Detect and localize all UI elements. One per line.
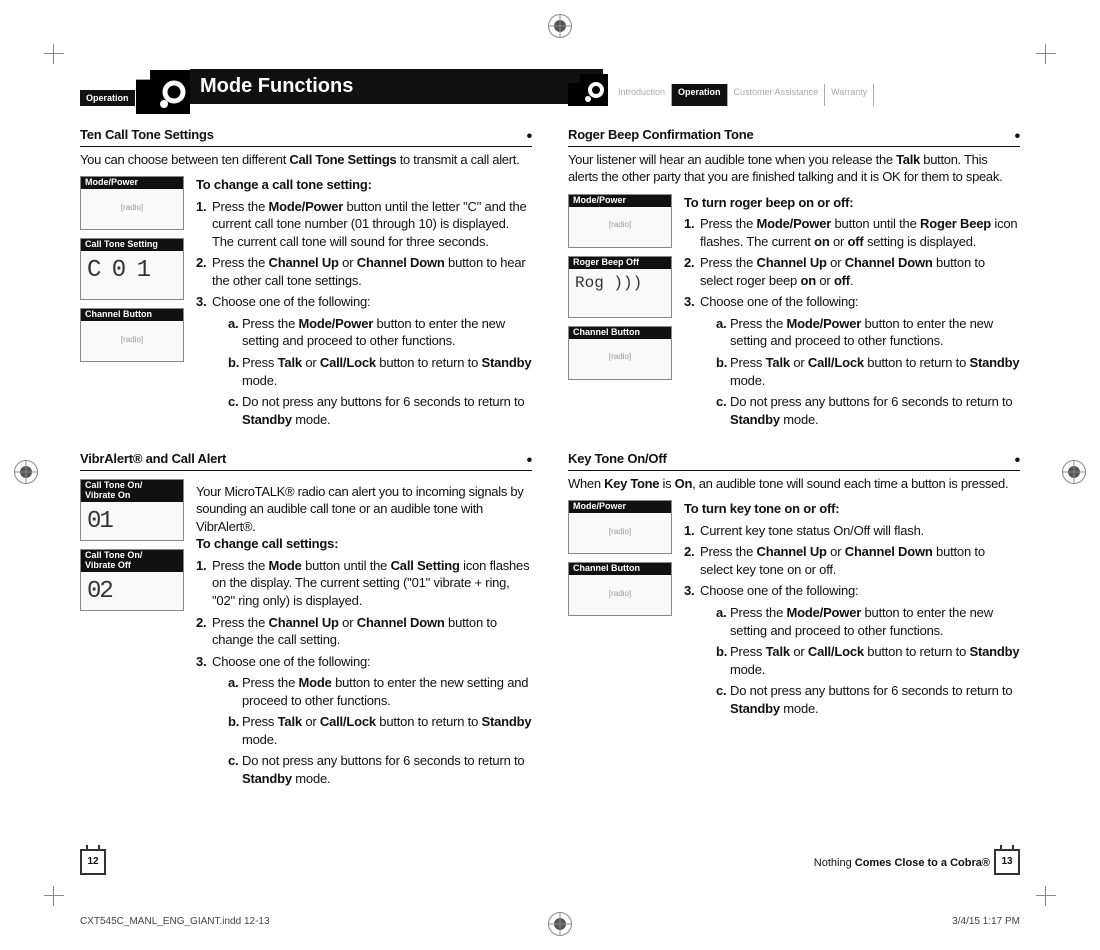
illustration: Roger Beep OffRog ))) [568, 256, 672, 318]
substep: Press Talk or Call/Lock button to return… [730, 355, 1019, 388]
page-title: Mode Functions [190, 69, 603, 104]
lead: To change a call tone setting: [196, 176, 532, 194]
substep: Press the Mode button to enter the new s… [242, 675, 528, 708]
section-intro: Your listener will hear an audible tone … [568, 151, 1020, 186]
brand-logo-icon [568, 74, 608, 106]
tab-intro: Introduction [612, 84, 672, 106]
illustration: Call Tone On/ Vibrate Off02 [80, 549, 184, 611]
section-intro: When Key Tone is On, an audible tone wil… [568, 475, 1020, 493]
step: Choose one of the following: [700, 583, 858, 598]
print-spread: Operation Mode Functions Ten Call Tone S… [0, 0, 1100, 950]
tab-warranty: Warranty [825, 84, 874, 106]
step: Press the Mode button until the Call Set… [212, 558, 529, 608]
page-left: Operation Mode Functions Ten Call Tone S… [80, 64, 532, 875]
brand-logo-icon [136, 70, 190, 114]
lead: To turn key tone on or off: [684, 500, 1020, 518]
section-heading: VibrAlert® and Call Alert [80, 450, 532, 471]
substep: Do not press any buttons for 6 seconds t… [242, 394, 524, 427]
illustration: Mode/Power[radio] [80, 176, 184, 230]
illustration: Channel Button[radio] [568, 326, 672, 380]
step: Press the Channel Up or Channel Down but… [212, 255, 525, 288]
illustration: Channel Button[radio] [568, 562, 672, 616]
illustration: Call Tone On/ Vibrate On01 [80, 479, 184, 541]
section-intro: Your MicroTALK® radio can alert you to i… [196, 483, 532, 536]
step: Press the Channel Up or Channel Down but… [700, 544, 985, 577]
lead: To change call settings: [196, 535, 532, 553]
section-heading: Roger Beep Confirmation Tone [568, 126, 1020, 147]
step: Choose one of the following: [700, 294, 858, 309]
timestamp-slug: 3/4/15 1:17 PM [952, 915, 1020, 929]
crop-mark-icon [46, 888, 62, 904]
page-number: 12 [80, 849, 106, 875]
substep: Press Talk or Call/Lock button to return… [242, 714, 531, 747]
crop-mark-icon [1038, 46, 1054, 62]
registration-mark-icon [548, 912, 572, 936]
lead: To turn roger beep on or off: [684, 194, 1020, 212]
illustration: Mode/Power[radio] [568, 500, 672, 554]
tab-customer-assistance: Customer Assistance [728, 84, 826, 106]
step: Press the Mode/Power button until the le… [212, 199, 527, 249]
step: Choose one of the following: [212, 654, 370, 669]
section-heading: Ten Call Tone Settings [80, 126, 532, 147]
crop-mark-icon [1038, 888, 1054, 904]
substep: Press the Mode/Power button to enter the… [730, 605, 993, 638]
substep: Press the Mode/Power button to enter the… [730, 316, 993, 349]
page-right: Introduction Operation Customer Assistan… [568, 64, 1020, 875]
substep: Do not press any buttons for 6 seconds t… [730, 683, 1012, 716]
substep: Press Talk or Call/Lock button to return… [242, 355, 531, 388]
substep: Press the Mode/Power button to enter the… [242, 316, 505, 349]
illustration: Channel Button[radio] [80, 308, 184, 362]
substep: Press Talk or Call/Lock button to return… [730, 644, 1019, 677]
registration-mark-icon [548, 14, 572, 38]
illustration: Call Tone SettingC 0 1 [80, 238, 184, 300]
page-number: 13 [994, 849, 1020, 875]
registration-mark-icon [14, 460, 38, 484]
section-heading: Key Tone On/Off [568, 450, 1020, 471]
step: Press the Channel Up or Channel Down but… [212, 615, 497, 648]
step: Current key tone status On/Off will flas… [700, 523, 924, 538]
illustration: Mode/Power[radio] [568, 194, 672, 248]
brand-tagline: Nothing Comes Close to a Cobra® [814, 856, 990, 871]
tab-operation: Operation [672, 84, 728, 106]
section-intro: You can choose between ten different Cal… [80, 151, 532, 169]
header-tabs: Introduction Operation Customer Assistan… [568, 84, 874, 106]
crop-mark-icon [46, 46, 62, 62]
registration-mark-icon [1062, 460, 1086, 484]
file-slug: CXT545C_MANL_ENG_GIANT.indd 12-13 [80, 915, 270, 929]
step: Choose one of the following: [212, 294, 370, 309]
step: Press the Mode/Power button until the Ro… [700, 216, 1017, 249]
section-tab: Operation [80, 90, 135, 106]
substep: Do not press any buttons for 6 seconds t… [730, 394, 1012, 427]
step: Press the Channel Up or Channel Down but… [700, 255, 985, 288]
substep: Do not press any buttons for 6 seconds t… [242, 753, 524, 786]
